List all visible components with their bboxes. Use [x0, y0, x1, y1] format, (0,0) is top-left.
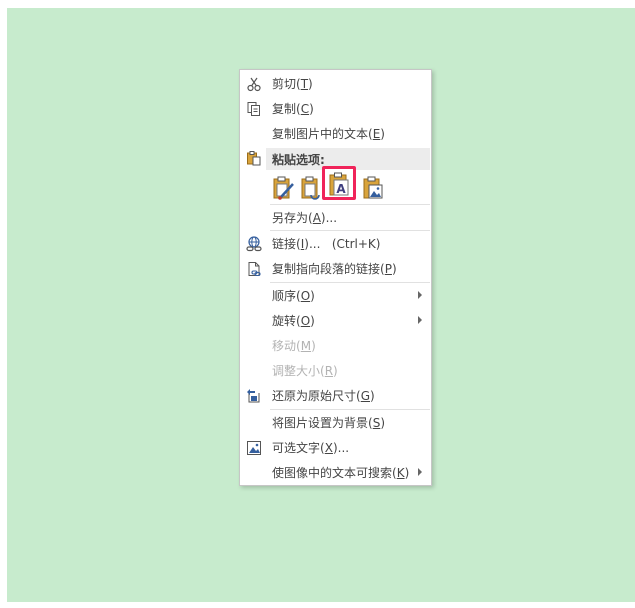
- menu-item-cut[interactable]: 剪切(T): [240, 71, 431, 96]
- menu-item-resize-label: 调整大小(R): [272, 364, 338, 378]
- submenu-arrow-icon: [418, 291, 422, 299]
- menu-item-order-label: 顺序(O): [272, 289, 315, 303]
- menu-item-copy-paragraph-link-label: 复制指向段落的链接(P): [272, 262, 397, 276]
- menu-item-save-as-label: 另存为(A)...: [272, 211, 338, 225]
- paste-keep-source-formatting-icon[interactable]: [272, 175, 296, 201]
- menu-item-rotate[interactable]: 旋转(O): [240, 308, 431, 333]
- paste-merge-formatting-icon[interactable]: [300, 175, 324, 201]
- paste-options-row: A: [270, 166, 420, 202]
- svg-text:A: A: [336, 182, 346, 196]
- menu-item-copy-label: 复制(C): [272, 102, 314, 116]
- alt-text-icon: [247, 441, 261, 455]
- menu-item-make-text-searchable-label: 使图像中的文本可搜索(K): [272, 466, 410, 480]
- document-link-icon: [248, 262, 261, 277]
- menu-item-link-label: 链接(I)... (Ctrl+K): [272, 237, 381, 251]
- menu-item-move-label: 移动(M): [272, 339, 316, 353]
- menu-item-set-background[interactable]: 将图片设置为背景(S): [240, 410, 431, 435]
- menu-item-link[interactable]: 链接(I)... (Ctrl+K): [240, 231, 431, 256]
- menu-item-alt-text[interactable]: 可选文字(X)...: [240, 435, 431, 460]
- menu-item-resize: 调整大小(R): [240, 358, 431, 383]
- menu-item-copy-paragraph-link[interactable]: 复制指向段落的链接(P): [240, 256, 431, 281]
- clipboard-icon: [247, 151, 261, 166]
- menu-item-restore-size[interactable]: 还原为原始尺寸(G): [240, 383, 431, 408]
- restore-size-icon: [247, 389, 260, 403]
- menu-item-save-as[interactable]: 另存为(A)...: [240, 205, 431, 230]
- menu-item-restore-size-label: 还原为原始尺寸(G): [272, 389, 375, 403]
- menu-item-make-text-searchable[interactable]: 使图像中的文本可搜索(K): [240, 460, 431, 485]
- menu-item-alt-text-label: 可选文字(X)...: [272, 441, 350, 455]
- menu-item-set-background-label: 将图片设置为背景(S): [272, 416, 386, 430]
- menu-item-copy-image-text-label: 复制图片中的文本(E): [272, 127, 385, 141]
- menu-item-move: 移动(M): [240, 333, 431, 358]
- menu-item-copy-image-text[interactable]: 复制图片中的文本(E): [240, 121, 431, 146]
- context-menu: 剪切(T) 复制(C) 复制图片中的文本(E) 粘贴选项: A 另存为(A)..…: [239, 69, 432, 486]
- menu-item-cut-label: 剪切(T): [272, 77, 313, 91]
- copy-icon: [247, 102, 260, 116]
- scissors-icon: [247, 77, 261, 92]
- paste-keep-text-only-button[interactable]: A: [322, 166, 356, 200]
- paste-as-picture-icon[interactable]: [362, 175, 386, 201]
- menu-item-order[interactable]: 顺序(O): [240, 283, 431, 308]
- submenu-arrow-icon: [418, 468, 422, 476]
- submenu-arrow-icon: [418, 316, 422, 324]
- menu-item-rotate-label: 旋转(O): [272, 314, 315, 328]
- menu-item-copy[interactable]: 复制(C): [240, 96, 431, 121]
- paste-text-only-icon: A: [329, 172, 349, 196]
- paste-options-label: 粘贴选项:: [272, 152, 325, 167]
- link-icon: [246, 236, 262, 252]
